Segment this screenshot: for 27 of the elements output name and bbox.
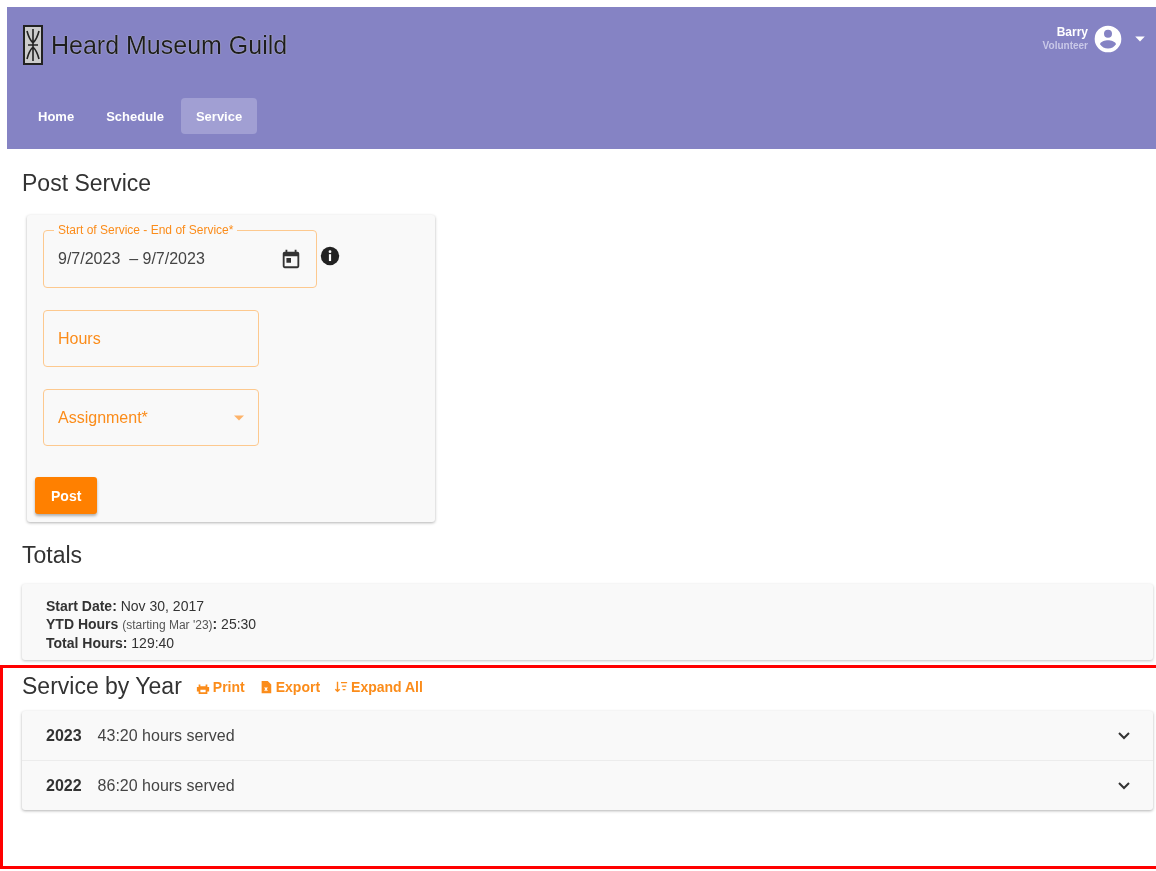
action-link[interactable]: Expand All: [334, 678, 423, 695]
nav-tab[interactable]: Schedule: [91, 98, 179, 134]
total-line: YTD Hours (starting Mar '23): 25:30: [46, 615, 258, 634]
nav-tab[interactable]: Home: [23, 98, 90, 134]
nav-tab[interactable]: Service: [180, 98, 258, 134]
calendar-icon[interactable]: [280, 248, 302, 270]
section-title: Service by Year: [22, 673, 182, 700]
section-title: Post Service: [22, 170, 153, 197]
logo-icon: [23, 25, 43, 65]
info-icon[interactable]: [319, 245, 341, 267]
hours-field[interactable]: Hours: [43, 310, 259, 367]
date-range-field[interactable]: Start of Service - End of Service* 9/7/2023 – 9/7/2023: [43, 223, 317, 288]
assignment-dropdown[interactable]: Assignment*: [43, 389, 259, 446]
caret-icon: [234, 414, 244, 421]
year-row[interactable]: 2023 43:20 hours served: [22, 711, 1153, 760]
total-line: Start Date: Nov 30, 2017: [46, 597, 205, 615]
post-button[interactable]: Post: [35, 477, 98, 514]
action-link[interactable]: Export: [258, 678, 321, 695]
user-role: Volunteer: [1042, 39, 1088, 52]
total-line: Total Hours: 129:40: [46, 634, 176, 652]
section-title: Totals: [22, 542, 84, 569]
brand-title: Heard Museum Guild: [51, 30, 288, 60]
user-name: Barry: [1056, 26, 1088, 39]
year-row[interactable]: 2022 86:20 hours served: [22, 760, 1153, 810]
account-icon[interactable]: [1092, 23, 1124, 55]
action-link[interactable]: Print: [195, 678, 245, 695]
field-label: Start of Service - End of Service*: [57, 223, 235, 237]
